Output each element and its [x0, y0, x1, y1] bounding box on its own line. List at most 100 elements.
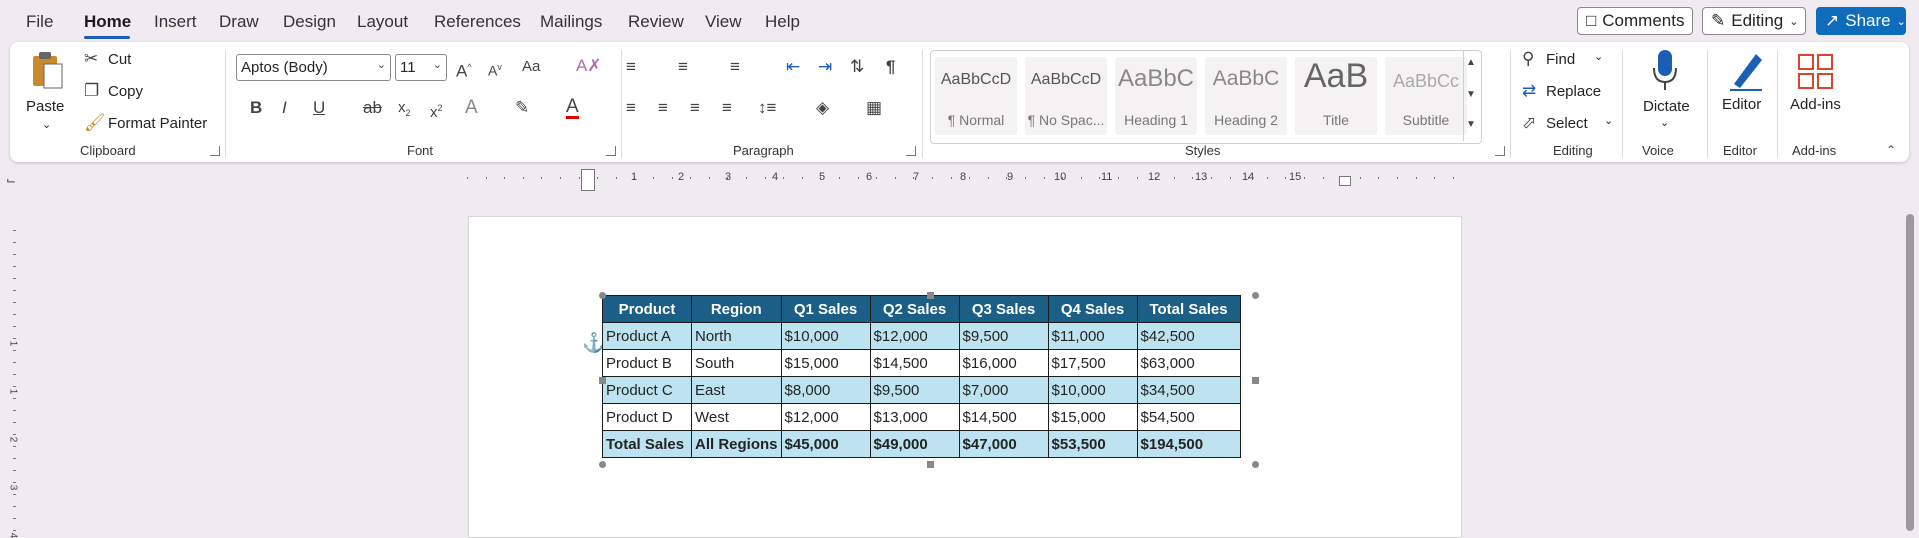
chevron-down-icon[interactable]: ▼ [1466, 85, 1476, 105]
tab-stop-selector-icon[interactable]: ⌙ [6, 170, 16, 190]
tab-mailings[interactable]: Mailings [540, 12, 602, 32]
table-header-cell[interactable]: Product [602, 295, 692, 323]
style-heading-1[interactable]: AaBbC Heading 1 [1115, 57, 1197, 135]
borders-icon[interactable]: ▦ [866, 98, 882, 118]
editing-mode-button[interactable]: ✎ Editing ⌄ [1702, 7, 1806, 35]
table-header-cell[interactable]: Q1 Sales [780, 295, 871, 323]
table-cell[interactable]: Product A [602, 322, 692, 350]
paragraph-launcher-icon[interactable] [906, 146, 916, 156]
font-name-select[interactable]: Aptos (Body) ⌄ [236, 54, 391, 81]
underline-icon[interactable]: U [313, 98, 325, 118]
table-cell[interactable]: $8,000 [780, 376, 871, 404]
table-header-cell[interactable]: Q3 Sales [958, 295, 1049, 323]
subscript-icon[interactable]: x2 [398, 98, 411, 123]
justify-icon[interactable]: ≡ [722, 98, 732, 118]
vertical-scrollbar[interactable] [1906, 214, 1914, 531]
shrink-font-icon[interactable]: Av [488, 57, 502, 81]
horizontal-ruler[interactable]: 1 2 3 4 5 6 7 8 9 10 11 12 13 14 15 [467, 169, 1454, 191]
table-cell[interactable]: $15,000 [780, 349, 871, 377]
copy-button[interactable]: ❐ Copy [84, 80, 164, 104]
tab-review[interactable]: Review [628, 12, 684, 32]
table-cell[interactable]: $63,000 [1136, 349, 1241, 377]
style-normal[interactable]: AaBbCcD ¶ Normal [935, 57, 1017, 135]
table-cell[interactable]: $10,000 [1047, 376, 1138, 404]
strikethrough-icon[interactable]: ab [363, 98, 382, 118]
table-cell[interactable]: $17,500 [1047, 349, 1138, 377]
clear-formatting-icon[interactable]: A✗ [576, 56, 602, 76]
table-resize-handle[interactable] [1252, 461, 1259, 468]
table-total-cell[interactable]: All Regions [691, 430, 782, 458]
table-total-cell[interactable]: $47,000 [958, 430, 1049, 458]
align-center-icon[interactable]: ≡ [658, 98, 668, 118]
font-launcher-icon[interactable] [606, 146, 616, 156]
table-cell[interactable]: $14,500 [958, 403, 1049, 431]
format-painter-button[interactable]: 🖌 Format Painter [84, 112, 224, 136]
bullets-icon[interactable]: ≡ [626, 57, 636, 77]
paste-button[interactable]: Paste ⌄ [26, 48, 70, 134]
table-header-cell[interactable]: Q2 Sales [869, 295, 960, 323]
replace-button[interactable]: ⇄ Replace [1522, 80, 1622, 104]
table-resize-handle[interactable] [599, 461, 606, 468]
table-total-cell[interactable]: Total Sales [602, 430, 692, 458]
tab-help[interactable]: Help [765, 12, 800, 32]
align-left-icon[interactable]: ≡ [626, 98, 636, 118]
italic-icon[interactable]: I [282, 98, 287, 118]
superscript-icon[interactable]: x2 [430, 98, 443, 123]
styles-launcher-icon[interactable] [1495, 146, 1505, 156]
style-no-spacing[interactable]: AaBbCcD ¶ No Spac... [1025, 57, 1107, 135]
table-resize-handle[interactable] [927, 461, 934, 468]
table-resize-handle[interactable] [599, 377, 606, 384]
tab-insert[interactable]: Insert [154, 12, 197, 32]
table-cell[interactable]: West [691, 403, 782, 431]
style-subtitle[interactable]: AaBbCc Subtitle [1385, 57, 1467, 135]
grow-font-icon[interactable]: A^ [456, 57, 472, 82]
sales-table[interactable]: Product Region Q1 Sales Q2 Sales Q3 Sale… [602, 295, 1241, 458]
font-size-select[interactable]: 11 ⌄ [395, 54, 447, 81]
table-cell[interactable]: $12,000 [780, 403, 871, 431]
table-cell[interactable]: $34,500 [1136, 376, 1241, 404]
increase-indent-icon[interactable]: ⇥ [818, 57, 832, 77]
table-cell[interactable]: $13,000 [869, 403, 960, 431]
tab-design[interactable]: Design [283, 12, 336, 32]
collapse-ribbon-icon[interactable]: ⌃ [1886, 140, 1896, 160]
decrease-indent-icon[interactable]: ⇤ [786, 57, 800, 77]
tab-references[interactable]: References [434, 12, 521, 32]
comments-button[interactable]: □ Comments [1577, 7, 1693, 35]
table-cell[interactable]: $11,000 [1047, 322, 1138, 350]
table-cell[interactable]: $10,000 [780, 322, 871, 350]
table-cell[interactable]: $12,000 [869, 322, 960, 350]
table-resize-handle[interactable] [1252, 377, 1259, 384]
table-cell[interactable]: Product D [602, 403, 692, 431]
vertical-ruler[interactable]: 1 1 2 3 4 [5, 230, 25, 538]
editor-button[interactable]: Editor [1712, 46, 1782, 136]
style-title[interactable]: AaB Title [1295, 57, 1377, 135]
highlight-icon[interactable]: ✎ [515, 98, 529, 118]
more-styles-icon[interactable]: ▼ [1466, 115, 1476, 135]
tab-home[interactable]: Home [84, 12, 131, 32]
table-resize-handle[interactable] [599, 292, 606, 299]
left-indent-marker[interactable] [581, 169, 595, 191]
table-total-cell[interactable]: $194,500 [1136, 430, 1241, 458]
table-cell[interactable]: $54,500 [1136, 403, 1241, 431]
font-color-icon[interactable]: A [566, 97, 579, 119]
find-button[interactable]: ⚲ Find ⌄ [1522, 48, 1612, 72]
multilevel-list-icon[interactable]: ≡ [730, 57, 740, 77]
select-button[interactable]: ⬀ Select ⌄ [1522, 112, 1622, 136]
tab-draw[interactable]: Draw [219, 12, 259, 32]
change-case-icon[interactable]: Aa [522, 57, 540, 77]
table-cell[interactable]: South [691, 349, 782, 377]
table-cell[interactable]: North [691, 322, 782, 350]
table-total-cell[interactable]: $53,500 [1047, 430, 1138, 458]
table-total-cell[interactable]: $49,000 [869, 430, 960, 458]
table-cell[interactable]: $16,000 [958, 349, 1049, 377]
table-cell[interactable]: $42,500 [1136, 322, 1241, 350]
tab-view[interactable]: View [705, 12, 742, 32]
table-cell[interactable]: $9,500 [869, 376, 960, 404]
table-header-cell[interactable]: Region [691, 295, 782, 323]
pilcrow-icon[interactable]: ¶ [886, 57, 895, 77]
dictate-button[interactable]: Dictate ⌄ [1630, 46, 1700, 136]
table-total-cell[interactable]: $45,000 [780, 430, 871, 458]
numbering-icon[interactable]: ≡ [678, 57, 688, 77]
table-resize-handle[interactable] [1252, 292, 1259, 299]
table-resize-handle[interactable] [927, 292, 934, 299]
